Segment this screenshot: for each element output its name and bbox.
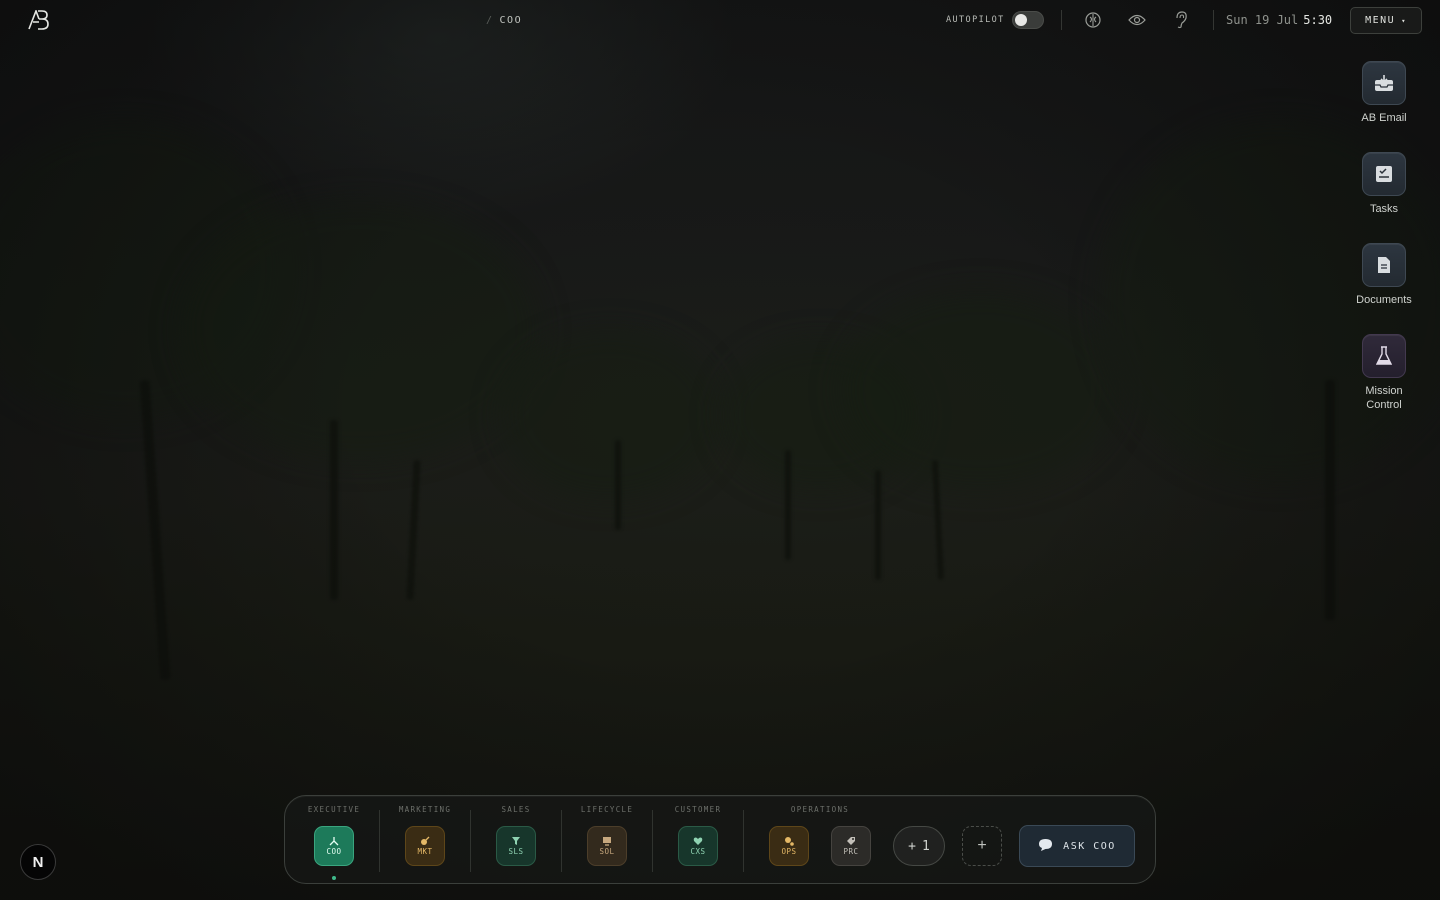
dock-item-tasks[interactable]: Tasks bbox=[1348, 152, 1420, 216]
datetime: Sun 19 Jul 5:30 bbox=[1226, 13, 1332, 27]
ask-coo-button[interactable]: ASK COO bbox=[1019, 825, 1135, 867]
megaphone-icon bbox=[420, 836, 430, 846]
monitor-icon bbox=[602, 836, 612, 846]
agent-code: SLS bbox=[508, 847, 524, 856]
agent-code: COO bbox=[326, 847, 342, 856]
agent-code: MKT bbox=[417, 847, 433, 856]
divider bbox=[1213, 10, 1214, 30]
date: Sun 19 Jul bbox=[1226, 13, 1299, 27]
group-divider bbox=[743, 810, 744, 872]
eye-icon[interactable] bbox=[1127, 10, 1147, 30]
flask-icon[interactable] bbox=[1362, 334, 1406, 378]
ear-icon[interactable] bbox=[1171, 10, 1191, 30]
checklist-icon[interactable] bbox=[1362, 152, 1406, 196]
agent-code: OPS bbox=[781, 847, 797, 856]
dock-label: Mission Control bbox=[1365, 385, 1403, 411]
funnel-icon bbox=[511, 836, 521, 846]
group-divider bbox=[379, 810, 380, 872]
autopilot-toggle[interactable] bbox=[1012, 11, 1044, 29]
tag-icon bbox=[846, 836, 856, 846]
toggle-knob bbox=[1015, 14, 1027, 26]
dock-item-mission-control[interactable]: Mission Control bbox=[1348, 334, 1420, 412]
group-label-executive: EXECUTIVE bbox=[307, 805, 361, 814]
agent-cxs-button[interactable]: CXS bbox=[678, 826, 718, 866]
heart-icon bbox=[693, 836, 703, 846]
group-divider bbox=[561, 810, 562, 872]
ask-label: ASK COO bbox=[1063, 840, 1116, 852]
menu-label: MENU bbox=[1365, 15, 1396, 26]
agent-sol-button[interactable]: SOL bbox=[587, 826, 627, 866]
agent-code: SOL bbox=[599, 847, 615, 856]
group-label-operations: OPERATIONS bbox=[790, 805, 850, 814]
document-icon[interactable] bbox=[1362, 243, 1406, 287]
more-agents-button[interactable]: + 1 bbox=[893, 826, 945, 866]
brain-icon[interactable] bbox=[1083, 10, 1103, 30]
dock-label: AB Email bbox=[1361, 112, 1407, 124]
agent-ops-button[interactable]: OPS bbox=[769, 826, 809, 866]
group-label-customer: CUSTOMER bbox=[674, 805, 722, 814]
group-label-sales: SALES bbox=[501, 805, 531, 814]
breadcrumb: / COO bbox=[486, 15, 522, 26]
group-label-lifecycle: LIFECYCLE bbox=[580, 805, 634, 814]
background-scene bbox=[0, 0, 1440, 900]
agent-code: PRC bbox=[843, 847, 859, 856]
time: 5:30 bbox=[1303, 13, 1333, 27]
add-agent-button[interactable]: + bbox=[962, 826, 1002, 866]
compass-icon bbox=[329, 836, 339, 846]
chevron-down-icon: ▾ bbox=[1401, 16, 1407, 25]
breadcrumb-separator: / bbox=[486, 15, 494, 26]
agent-mkt-button[interactable]: MKT bbox=[405, 826, 445, 866]
logo[interactable] bbox=[28, 8, 50, 30]
agent-coo-button[interactable]: COO bbox=[314, 826, 354, 866]
breadcrumb-current[interactable]: COO bbox=[500, 15, 523, 26]
chat-bubble-icon bbox=[1038, 838, 1053, 855]
agent-prc-button[interactable]: PRC bbox=[831, 826, 871, 866]
dock-item-ab-email[interactable]: AB Email bbox=[1348, 61, 1420, 125]
menu-button[interactable]: MENU ▾ bbox=[1350, 7, 1422, 34]
more-count: 1 bbox=[922, 838, 930, 854]
divider bbox=[1061, 10, 1062, 30]
dock-label: Tasks bbox=[1369, 203, 1399, 215]
active-indicator bbox=[332, 876, 336, 880]
autopilot-label: AUTOPILOT bbox=[946, 15, 1005, 25]
gear-icon bbox=[784, 836, 794, 846]
group-divider bbox=[652, 810, 653, 872]
corner-badge-button[interactable]: N bbox=[20, 844, 56, 880]
agent-code: CXS bbox=[690, 847, 706, 856]
plus-icon: + bbox=[908, 838, 916, 854]
dock-item-documents[interactable]: Documents bbox=[1348, 243, 1420, 307]
inbox-icon[interactable] bbox=[1362, 61, 1406, 105]
dock-label: Documents bbox=[1356, 294, 1412, 306]
agent-sls-button[interactable]: SLS bbox=[496, 826, 536, 866]
group-label-marketing: MARKETING bbox=[398, 805, 452, 814]
group-divider bbox=[470, 810, 471, 872]
